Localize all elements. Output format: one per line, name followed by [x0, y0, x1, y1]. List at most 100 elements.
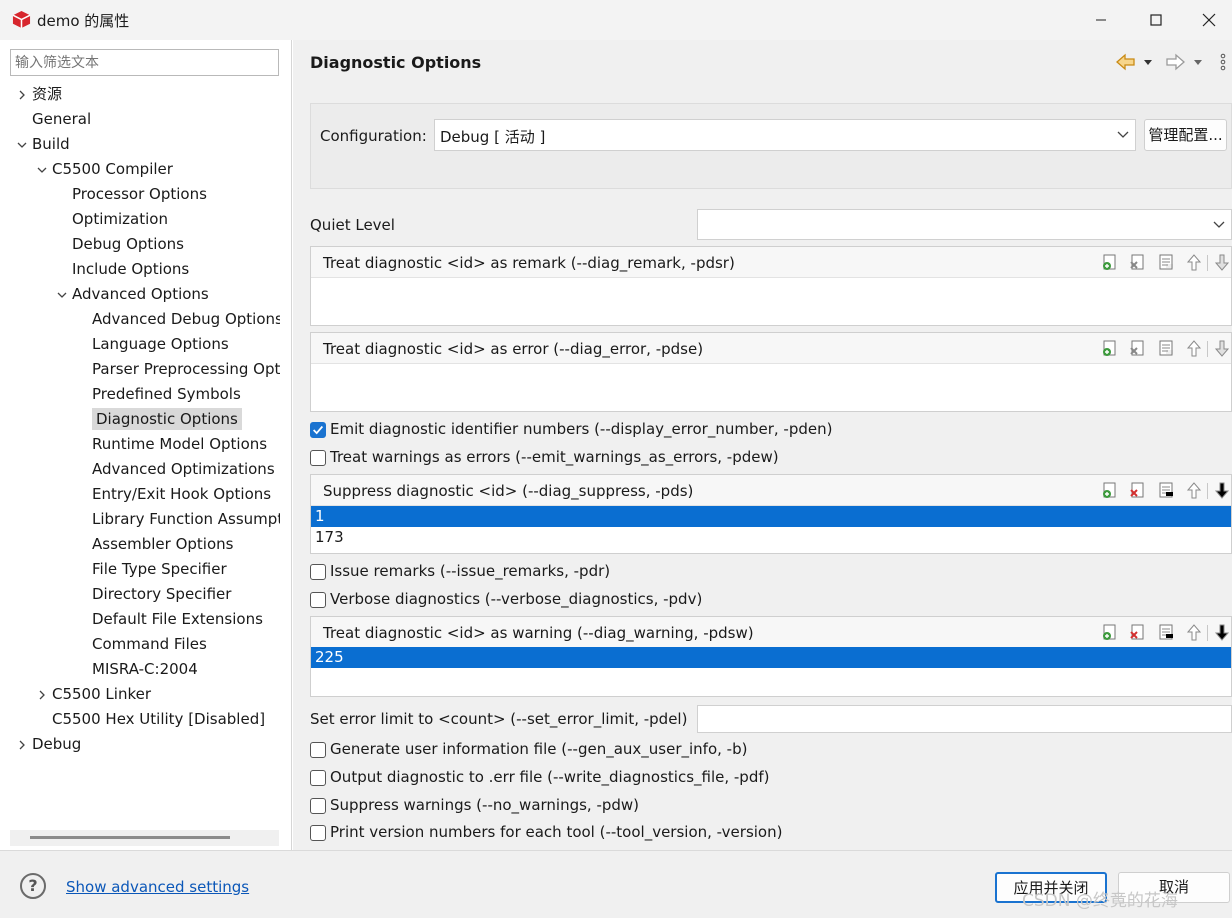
tree-item-label: 资源: [32, 85, 63, 103]
chevron-down-icon: [1213, 221, 1225, 228]
tree-item[interactable]: Language Options: [92, 332, 280, 357]
tree-item[interactable]: Default File Extensions: [92, 607, 280, 632]
list-toolbar: [1099, 253, 1231, 273]
error-limit-input[interactable]: [697, 705, 1232, 733]
filter-input[interactable]: [10, 49, 279, 76]
forward-dropdown-icon[interactable]: [1192, 52, 1204, 72]
chevron-right-icon[interactable]: [16, 89, 28, 101]
tree-item[interactable]: File Type Specifier: [92, 557, 280, 582]
edit-item-icon[interactable]: [1157, 481, 1175, 499]
list-header: Suppress diagnostic <id> (--diag_suppres…: [311, 475, 1231, 506]
list-item[interactable]: 173: [311, 527, 1231, 548]
tree-item[interactable]: Debug Options: [72, 232, 280, 257]
tree-item[interactable]: Advanced Options: [72, 282, 280, 307]
quiet-level-select[interactable]: [697, 209, 1232, 240]
list-header: Treat diagnostic <id> as warning (--diag…: [311, 617, 1231, 648]
diag-suppress-title: Suppress diagnostic <id> (--diag_suppres…: [323, 482, 694, 500]
move-up-icon[interactable]: [1185, 481, 1203, 499]
remove-item-icon[interactable]: [1129, 253, 1147, 271]
tree-item-label: Command Files: [92, 635, 207, 653]
move-up-icon[interactable]: [1185, 623, 1203, 641]
tree-item[interactable]: Command Files: [92, 632, 280, 657]
add-item-icon[interactable]: [1101, 623, 1119, 641]
move-down-icon[interactable]: [1213, 339, 1231, 357]
no-warnings-checkbox[interactable]: [310, 798, 326, 814]
tree-horizontal-scrollbar[interactable]: [10, 830, 279, 846]
tree-item-label: Language Options: [92, 335, 229, 353]
back-arrow-icon[interactable]: [1115, 52, 1137, 72]
list-item[interactable]: 1: [311, 506, 1231, 527]
chevron-right-icon[interactable]: [36, 689, 48, 701]
tree-item-label: Include Options: [72, 260, 190, 278]
list-toolbar: [1099, 481, 1231, 501]
toolbar-separator: [1207, 341, 1208, 357]
tree-item[interactable]: C5500 Compiler: [52, 157, 280, 182]
add-item-icon[interactable]: [1101, 253, 1119, 271]
edit-item-icon[interactable]: [1157, 623, 1175, 641]
tree-item-label: C5500 Linker: [52, 685, 151, 703]
tree-item[interactable]: Library Function Assumptions: [92, 507, 280, 532]
tree-item[interactable]: General: [32, 107, 280, 132]
tree-item[interactable]: MISRA-C:2004: [92, 657, 280, 682]
page-title: Diagnostic Options: [310, 53, 482, 72]
more-menu-icon[interactable]: [1216, 52, 1228, 72]
checkmark-icon: [313, 425, 324, 435]
move-down-icon[interactable]: [1213, 253, 1231, 271]
manage-configurations-button[interactable]: 管理配置...: [1144, 119, 1227, 151]
gen-aux-checkbox[interactable]: [310, 742, 326, 758]
remove-item-icon[interactable]: [1129, 339, 1147, 357]
tree-item[interactable]: Entry/Exit Hook Options: [92, 482, 280, 507]
remove-item-icon[interactable]: [1129, 481, 1147, 499]
chevron-down-icon[interactable]: [36, 164, 48, 176]
tree-item[interactable]: Build: [32, 132, 280, 157]
add-item-icon[interactable]: [1101, 481, 1119, 499]
forward-arrow-icon[interactable]: [1164, 52, 1186, 72]
chevron-down-icon: [1117, 131, 1129, 138]
chevron-down-icon[interactable]: [16, 139, 28, 151]
diag-error-title: Treat diagnostic <id> as error (--diag_e…: [323, 340, 704, 358]
tree-item[interactable]: Runtime Model Options: [92, 432, 280, 457]
list-toolbar: [1099, 623, 1231, 643]
issue-remarks-checkbox[interactable]: [310, 564, 326, 580]
tree-item[interactable]: Predefined Symbols: [92, 382, 280, 407]
tree-item[interactable]: Include Options: [72, 257, 280, 282]
tree-item[interactable]: C5500 Linker: [52, 682, 280, 707]
list-item[interactable]: 225: [311, 647, 1231, 668]
tree-item[interactable]: Parser Preprocessing Options: [92, 357, 280, 382]
help-icon[interactable]: ?: [20, 873, 46, 899]
warn-as-error-checkbox[interactable]: [310, 450, 326, 466]
tree-item[interactable]: Directory Specifier: [92, 582, 280, 607]
edit-item-icon[interactable]: [1157, 253, 1175, 271]
add-item-icon[interactable]: [1101, 339, 1119, 357]
back-dropdown-icon[interactable]: [1142, 52, 1154, 72]
close-icon[interactable]: [1186, 0, 1232, 40]
app-cube-icon: [12, 10, 31, 29]
tree-item[interactable]: 资源: [32, 82, 280, 107]
verbose-checkbox[interactable]: [310, 592, 326, 608]
tree-item[interactable]: Processor Options: [72, 182, 280, 207]
move-up-icon[interactable]: [1185, 339, 1203, 357]
tree-item[interactable]: Advanced Optimizations: [92, 457, 280, 482]
scrollbar-thumb[interactable]: [30, 836, 230, 839]
tree-item[interactable]: Debug: [32, 732, 280, 757]
tree-item[interactable]: Diagnostic Options: [92, 407, 280, 432]
move-up-icon[interactable]: [1185, 253, 1203, 271]
move-down-icon[interactable]: [1213, 481, 1231, 499]
minimize-icon[interactable]: [1078, 0, 1124, 40]
tree-item[interactable]: Optimization: [72, 207, 280, 232]
remove-item-icon[interactable]: [1129, 623, 1147, 641]
configuration-select[interactable]: Debug [ 活动 ]: [434, 119, 1136, 151]
maximize-icon[interactable]: [1133, 0, 1179, 40]
emit-ids-checkbox[interactable]: [310, 422, 326, 438]
chevron-right-icon[interactable]: [16, 739, 28, 751]
tool-version-checkbox[interactable]: [310, 825, 326, 841]
list-header: Treat diagnostic <id> as error (--diag_e…: [311, 333, 1231, 364]
show-advanced-settings-link[interactable]: Show advanced settings: [66, 878, 249, 896]
chevron-down-icon[interactable]: [56, 289, 68, 301]
tree-item[interactable]: C5500 Hex Utility [Disabled]: [52, 707, 280, 732]
tree-item[interactable]: Assembler Options: [92, 532, 280, 557]
tree-item[interactable]: Advanced Debug Options: [92, 307, 280, 332]
edit-item-icon[interactable]: [1157, 339, 1175, 357]
write-diag-checkbox[interactable]: [310, 770, 326, 786]
move-down-icon[interactable]: [1213, 623, 1231, 641]
